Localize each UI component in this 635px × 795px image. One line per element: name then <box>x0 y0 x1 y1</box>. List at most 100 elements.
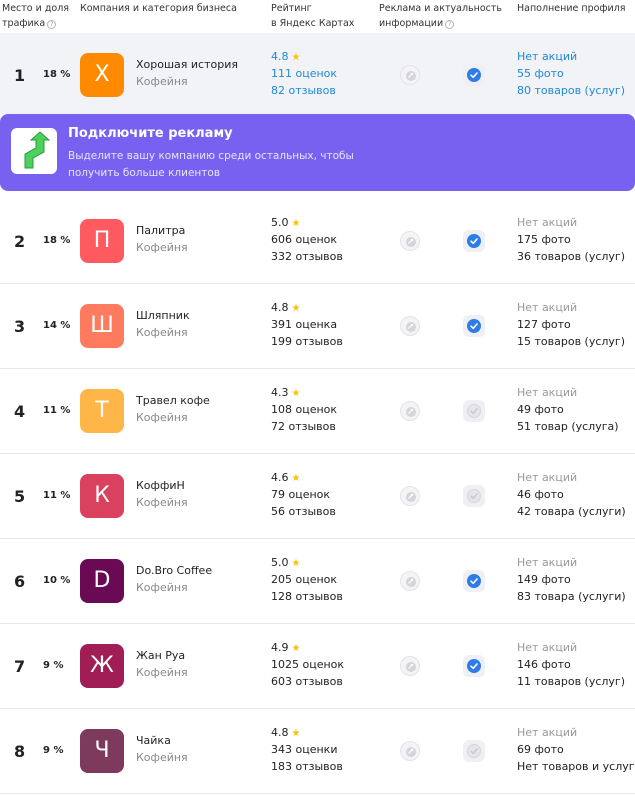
header-profile: Наполнение профиля <box>517 3 626 14</box>
star-icon: ★ <box>291 52 301 63</box>
traffic-share: 10 % <box>43 575 71 586</box>
header-rank: Место и доля трафика? <box>2 1 76 31</box>
promos-status: Нет акций <box>517 641 578 654</box>
ratings-count: 391 оценка <box>271 318 338 331</box>
ratings-count: 606 оценок <box>271 233 338 246</box>
company-name[interactable]: Чайка <box>136 734 171 747</box>
company-logo: Т <box>80 389 124 433</box>
header-rating-line1: Рейтинг <box>271 3 312 14</box>
table-row[interactable]: 5 11 % К КоффиН Кофейня 4.6 ★ 79 оценок 56 отзыв… <box>0 454 635 539</box>
company-name[interactable]: Травел кофе <box>136 394 210 407</box>
header-rating-line2: в Яндекс Картах <box>271 18 355 29</box>
photos-count: 46 фото <box>517 488 564 501</box>
company-category: Кофейня <box>136 751 188 764</box>
rating-line: 5.0 ★ <box>271 556 300 569</box>
actuality-check-icon[interactable] <box>463 740 485 762</box>
company-name[interactable]: Жан Руа <box>136 649 185 662</box>
rank-number: 4 <box>14 402 26 421</box>
table-row[interactable]: 1 18 % Х Хорошая история Кофейня 4.8 ★ 111 оцен… <box>0 33 635 114</box>
rating-value: 4.9 <box>271 641 289 654</box>
company-name[interactable]: КоффиН <box>136 479 185 492</box>
rating-value: 4.6 <box>271 471 289 484</box>
ad-status-icon[interactable] <box>400 571 420 591</box>
company-name[interactable]: Палитра <box>136 224 185 237</box>
promo-banner[interactable]: Подключите рекламу Выделите вашу компани… <box>0 114 635 191</box>
ratings-count: 79 оценок <box>271 488 331 501</box>
header-rank-line2: трафика <box>2 18 46 29</box>
rating-value: 5.0 <box>271 216 289 229</box>
star-icon: ★ <box>291 388 301 399</box>
photos-count: 175 фото <box>517 233 571 246</box>
photos-count: 69 фото <box>517 743 564 756</box>
ad-status-icon[interactable] <box>400 316 420 336</box>
actuality-check-icon[interactable] <box>463 400 485 422</box>
ad-status-icon[interactable] <box>400 486 420 506</box>
rating-line: 4.8 ★ <box>271 50 300 63</box>
ad-status-icon[interactable] <box>400 401 420 421</box>
rank-number: 8 <box>14 742 26 761</box>
ratings-count: 1025 оценок <box>271 658 345 671</box>
ad-status-icon[interactable] <box>400 656 420 676</box>
rating-value: 4.8 <box>271 301 289 314</box>
company-category: Кофейня <box>136 326 188 339</box>
photos-count: 55 фото <box>517 67 564 80</box>
table-row[interactable]: 3 14 % Ш Шляпник Кофейня 4.8 ★ 391 оценка 199 от… <box>0 284 635 369</box>
rating-value: 4.8 <box>271 726 289 739</box>
ratings-count: 205 оценок <box>271 573 338 586</box>
help-icon[interactable]: ? <box>445 20 455 29</box>
company-name[interactable]: Do.Bro Coffee <box>136 564 212 577</box>
products-count: 80 товаров (услуг) <box>517 84 626 97</box>
ratings-count: 111 оценок <box>271 67 338 80</box>
actuality-check-icon[interactable] <box>463 485 485 507</box>
ad-status-icon[interactable] <box>400 65 420 85</box>
table-row[interactable]: 8 9 % Ч Чайка Кофейня 4.8 ★ 343 оценки 183 отзыв… <box>0 709 635 794</box>
header-ads-line1: Реклама и актуальность <box>379 3 502 14</box>
reviews-count: 56 отзывов <box>271 505 336 518</box>
header-ads-line2: информации <box>379 18 444 29</box>
company-category: Кофейня <box>136 75 188 88</box>
promos-status: Нет акций <box>517 386 578 399</box>
products-count: 15 товаров (услуг) <box>517 335 626 348</box>
actuality-check-icon[interactable] <box>463 570 485 592</box>
rank-number: 5 <box>14 487 26 506</box>
company-category: Кофейня <box>136 581 188 594</box>
rating-line: 4.8 ★ <box>271 726 300 739</box>
company-category: Кофейня <box>136 666 188 679</box>
rating-line: 4.3 ★ <box>271 386 300 399</box>
products-count: 42 товара (услуги) <box>517 505 626 518</box>
reviews-count: 603 отзывов <box>271 675 343 688</box>
company-name[interactable]: Хорошая история <box>136 58 238 71</box>
actuality-check-icon[interactable] <box>463 230 485 252</box>
star-icon: ★ <box>291 303 301 314</box>
company-logo: D <box>80 559 124 603</box>
photos-count: 49 фото <box>517 403 564 416</box>
actuality-check-icon[interactable] <box>463 315 485 337</box>
star-icon: ★ <box>291 473 301 484</box>
star-icon: ★ <box>291 558 301 569</box>
promos-status: Нет акций <box>517 301 578 314</box>
company-logo: Х <box>80 53 124 97</box>
star-icon: ★ <box>291 643 301 654</box>
header-company: Компания и категория бизнеса <box>80 3 237 14</box>
header-rank-line1: Место и доля <box>2 3 69 14</box>
company-logo: П <box>80 219 124 263</box>
ad-status-icon[interactable] <box>400 741 420 761</box>
ad-status-icon[interactable] <box>400 231 420 251</box>
company-category: Кофейня <box>136 496 188 509</box>
actuality-check-icon[interactable] <box>463 64 485 86</box>
actuality-check-icon[interactable] <box>463 655 485 677</box>
table-row[interactable]: 7 9 % Ж Жан Руа Кофейня 4.9 ★ 1025 оценок 603 от… <box>0 624 635 709</box>
help-icon[interactable]: ? <box>47 20 57 29</box>
table-row[interactable]: 6 10 % D Do.Bro Coffee Кофейня 5.0 ★ 205 оценок… <box>0 539 635 624</box>
ratings-count: 108 оценок <box>271 403 338 416</box>
promo-title: Подключите рекламу <box>68 126 233 141</box>
rank-number: 2 <box>14 232 26 251</box>
promos-status: Нет акций <box>517 726 578 739</box>
company-name[interactable]: Шляпник <box>136 309 190 322</box>
rank-number: 3 <box>14 317 26 336</box>
photos-count: 127 фото <box>517 318 571 331</box>
rating-line: 4.8 ★ <box>271 301 300 314</box>
table-row[interactable]: 4 11 % Т Травел кофе Кофейня 4.3 ★ 108 оценок 72… <box>0 369 635 454</box>
company-category: Кофейня <box>136 411 188 424</box>
table-row[interactable]: 2 18 % П Палитра Кофейня 5.0 ★ 606 оценок 332 от… <box>0 199 635 284</box>
